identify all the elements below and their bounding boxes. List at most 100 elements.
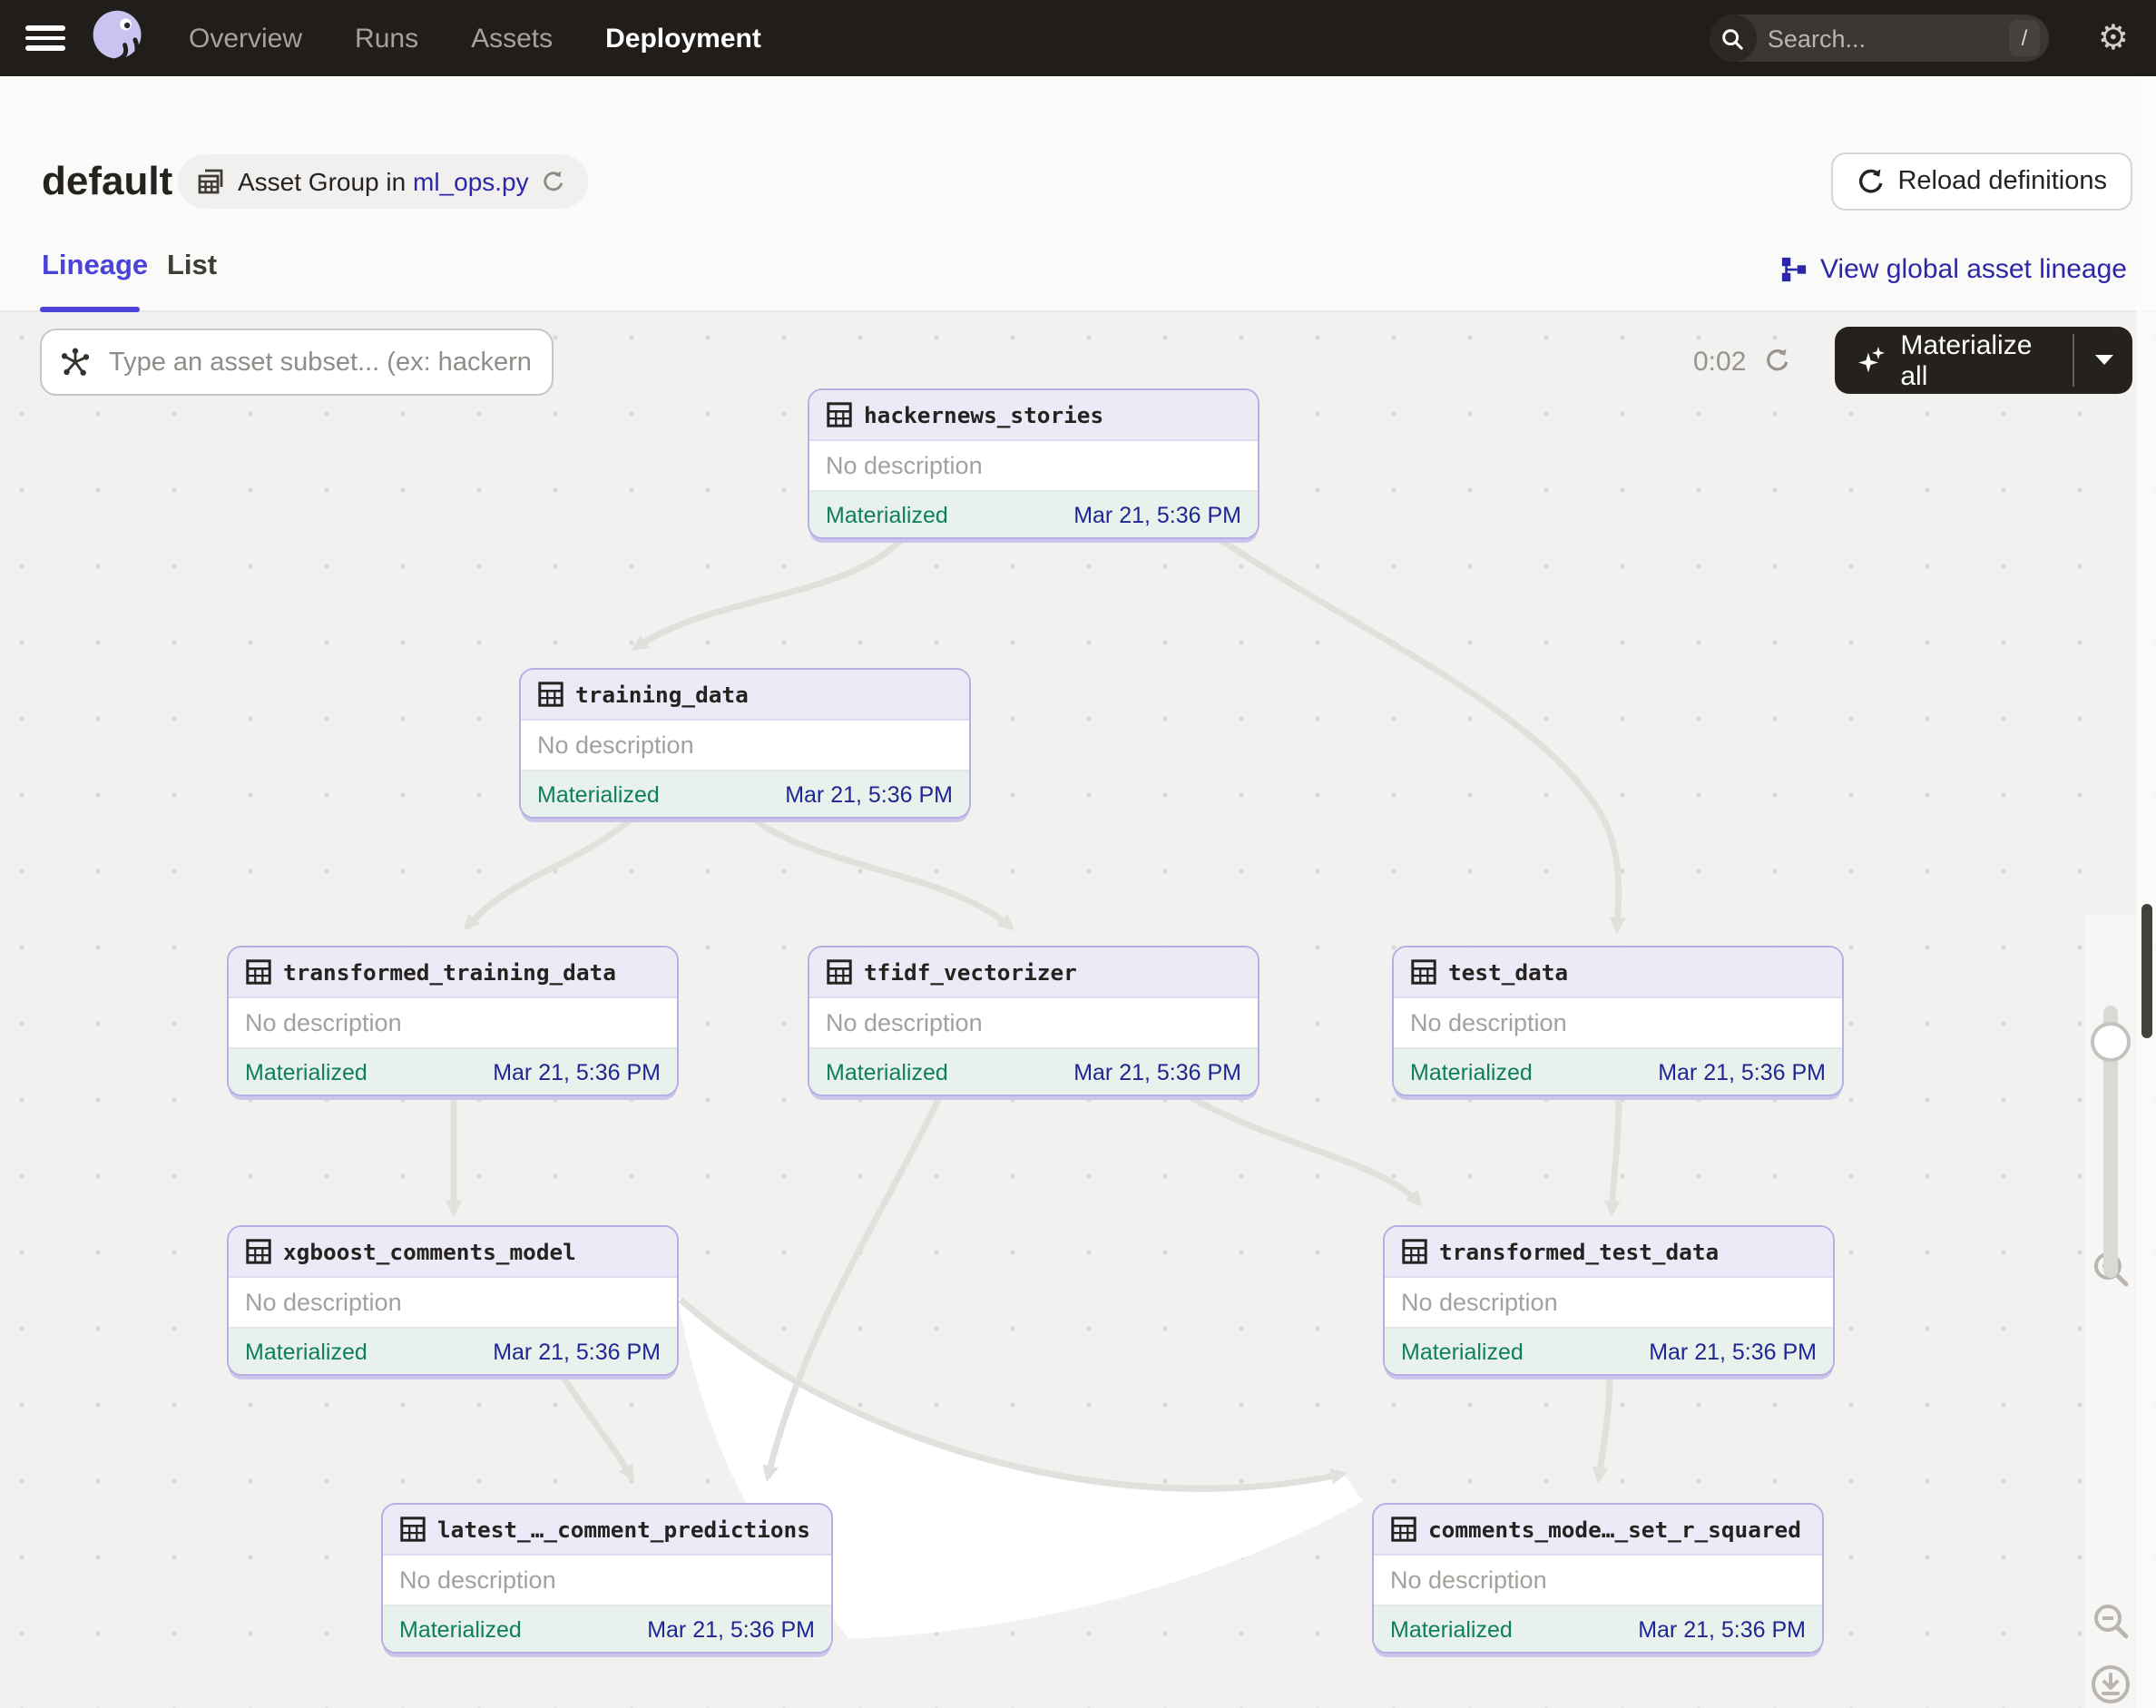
- table-icon: [826, 958, 853, 986]
- asset-node[interactable]: tfidf_vectorizer No descriptionMaterializ…: [808, 946, 1259, 1096]
- asset-status-bar: Materialized Mar 21, 5:36 PM: [229, 1047, 677, 1094]
- nav-link-deployment[interactable]: Deployment: [605, 23, 761, 54]
- materialization-timestamp[interactable]: Mar 21, 5:36 PM: [785, 781, 953, 807]
- table-icon: [399, 1516, 426, 1543]
- materialization-timestamp[interactable]: Mar 21, 5:36 PM: [1073, 1059, 1241, 1085]
- asset-node-header: training_data: [521, 670, 969, 721]
- search-shortcut-key: /: [2009, 20, 2040, 56]
- table-icon: [1390, 1516, 1417, 1543]
- settings-gear-icon[interactable]: ⚙: [2098, 21, 2129, 55]
- asset-name: transformed_training_data: [283, 959, 616, 985]
- asset-node-header: transformed_training_data: [229, 947, 677, 998]
- status-badge: Materialized: [399, 1616, 522, 1642]
- asset-node[interactable]: test_data No description Materialized Mar 2…: [1392, 946, 1844, 1096]
- asset-description: No description: [1374, 1556, 1822, 1605]
- search-icon: [1710, 15, 1757, 62]
- materialization-timestamp[interactable]: Mar 21, 5:36 PM: [1073, 502, 1241, 527]
- asset-node-header: test_data: [1394, 947, 1842, 998]
- asset-node[interactable]: xgboost_comments_modelNo description Mate…: [227, 1225, 679, 1376]
- nav-link-assets[interactable]: Assets: [471, 23, 553, 54]
- asset-node[interactable]: transformed_test_dataNo descriptionMater…: [1383, 1225, 1835, 1376]
- refresh-timer: 0:02: [1693, 347, 1746, 378]
- materialization-timestamp[interactable]: Mar 21, 5:36 PM: [493, 1059, 661, 1085]
- asset-status-bar: Materialized Mar 21, 5:36 PM: [521, 770, 969, 817]
- asset-node-header: transformed_test_data: [1385, 1227, 1833, 1278]
- asset-description: No description: [383, 1556, 831, 1605]
- status-badge: Materialized: [245, 1339, 368, 1364]
- table-icon: [245, 1238, 272, 1265]
- canvas-scrollbar-track[interactable]: [2136, 0, 2156, 1708]
- table-icon: [245, 958, 272, 986]
- asset-description: No description: [229, 1278, 677, 1327]
- asset-graph-icon: [60, 347, 91, 378]
- badge-refresh-icon[interactable]: [542, 169, 567, 194]
- chevron-down-icon: [2093, 354, 2113, 367]
- asset-status-bar: Materialized Mar 21, 5:36 PM: [1394, 1047, 1842, 1094]
- asset-name: training_data: [575, 682, 749, 707]
- view-global-asset-lineage-link[interactable]: View global asset lineage: [1780, 254, 2127, 285]
- asset-node[interactable]: training_dataNo descriptionMaterializedM…: [519, 668, 971, 819]
- asset-status-bar: MaterializedMar 21, 5:36 PM: [809, 1047, 1258, 1094]
- download-image-button[interactable]: [2085, 1663, 2136, 1706]
- asset-node-header: xgboost_comments_model: [229, 1227, 677, 1278]
- status-badge: Materialized: [1401, 1339, 1524, 1364]
- status-badge: Materialized: [245, 1059, 368, 1085]
- asset-node[interactable]: comments_mode…_set_r_squaredNo descripti…: [1372, 1503, 1824, 1654]
- materialization-timestamp[interactable]: Mar 21, 5:36 PM: [1649, 1339, 1817, 1364]
- tab-lineage[interactable]: Lineage: [42, 250, 148, 283]
- asset-name: latest_…_comment_predictions: [437, 1517, 810, 1542]
- materialization-timestamp[interactable]: Mar 21, 5:36 PM: [647, 1616, 815, 1642]
- asset-description: No description: [809, 998, 1258, 1047]
- status-badge: Materialized: [537, 781, 660, 807]
- asset-description: No description: [809, 441, 1258, 490]
- table-icon: [826, 401, 853, 428]
- materialization-timestamp[interactable]: Mar 21, 5:36 PM: [1658, 1059, 1826, 1085]
- dagster-logo-icon[interactable]: [87, 7, 149, 69]
- canvas-scrollbar-thumb[interactable]: [2141, 904, 2151, 1038]
- table-icon: [1410, 958, 1437, 986]
- zoom-slider-handle[interactable]: [2091, 1022, 2131, 1062]
- asset-node[interactable]: transformed_training_dataNo descriptionM…: [227, 946, 679, 1096]
- asset-status-bar: Materialized Mar 21, 5:36 PM: [1385, 1327, 1833, 1374]
- reload-definitions-button[interactable]: Reload definitions: [1830, 152, 2132, 211]
- asset-description: No description: [521, 721, 969, 770]
- page-header: default Asset Group in ml_ops.py Reload …: [0, 76, 2156, 236]
- asset-name: tfidf_vectorizer: [864, 959, 1077, 985]
- search-input[interactable]: [1757, 25, 2009, 52]
- materialize-all-button[interactable]: Materialize all: [1835, 327, 2073, 394]
- page-title: default: [42, 162, 172, 201]
- nav-link-runs[interactable]: Runs: [355, 23, 418, 54]
- table-icon: [1401, 1238, 1428, 1265]
- asset-name: test_data: [1448, 959, 1568, 985]
- asset-subset-input[interactable]: [105, 346, 534, 378]
- hamburger-menu-icon[interactable]: [25, 25, 65, 51]
- reload-icon: [1856, 167, 1885, 196]
- top-navigation: Overview Runs Assets Deployment / ⚙: [0, 0, 2156, 76]
- asset-node[interactable]: latest_…_comment_predictions No descripti…: [381, 1503, 833, 1654]
- view-tabs-row: Lineage List View global asset lineage: [0, 236, 2156, 312]
- materialization-timestamp[interactable]: Mar 21, 5:36 PM: [493, 1339, 661, 1364]
- status-badge: Materialized: [826, 502, 948, 527]
- asset-subset-filter[interactable]: [40, 329, 554, 396]
- timer-refresh-icon[interactable]: [1764, 347, 1791, 374]
- asset-group-badge: Asset Group in ml_ops.py: [178, 154, 589, 209]
- status-badge: Materialized: [1390, 1616, 1513, 1642]
- asset-node[interactable]: hackernews_storiesNo descriptionMaterial…: [808, 388, 1259, 539]
- asset-status-bar: Materialized Mar 21, 5:36 PM: [1374, 1605, 1822, 1652]
- asset-status-bar: Materialized Mar 21, 5:36 PM: [383, 1605, 831, 1652]
- materialize-options-caret[interactable]: [2074, 327, 2132, 394]
- module-file-link[interactable]: ml_ops.py: [413, 167, 529, 196]
- asset-name: hackernews_stories: [864, 402, 1103, 427]
- materialization-timestamp[interactable]: Mar 21, 5:36 PM: [1638, 1616, 1806, 1642]
- tab-list[interactable]: List: [167, 250, 217, 283]
- nav-link-overview[interactable]: Overview: [189, 23, 302, 54]
- table-icon: [537, 681, 564, 708]
- asset-status-bar: Materialized Mar 21, 5:36 PM: [809, 490, 1258, 537]
- global-search[interactable]: /: [1710, 15, 2049, 62]
- asset-node-header: hackernews_stories: [809, 390, 1258, 441]
- asset-group-label: Asset Group in ml_ops.py: [238, 167, 529, 196]
- zoom-out-button[interactable]: [2085, 1601, 2136, 1641]
- asset-description: No description: [1394, 998, 1842, 1047]
- status-badge: Materialized: [1410, 1059, 1533, 1085]
- dagster-app: Overview Runs Assets Deployment / ⚙ defa…: [0, 0, 2156, 1708]
